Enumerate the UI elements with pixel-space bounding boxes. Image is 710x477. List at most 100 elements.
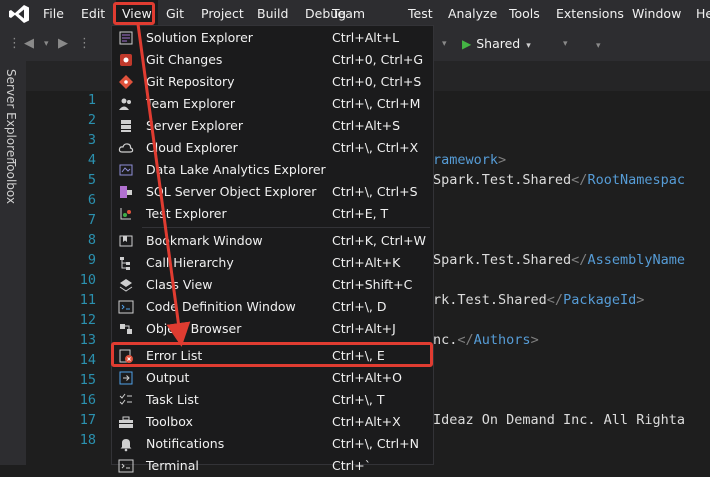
visual-studio-logo-icon[interactable] xyxy=(8,4,30,24)
tab-toolbox[interactable]: Toolbox xyxy=(4,159,18,204)
menu-project[interactable]: Project xyxy=(195,0,250,28)
side-tool-strip: Server Explorer Toolbox xyxy=(0,61,26,465)
view-menu-item-label: Test Explorer xyxy=(146,206,227,221)
view-menu-item-label: Output xyxy=(146,370,190,385)
error-list-highlight xyxy=(111,342,433,367)
line-number: 10 xyxy=(79,272,96,288)
view-menu-item-shortcut: Ctrl+K, Ctrl+W xyxy=(332,233,426,248)
view-menu-item-shortcut: Ctrl+Alt+K xyxy=(332,255,401,270)
menu-file[interactable]: File xyxy=(37,0,70,28)
line-number: 5 xyxy=(87,172,96,188)
code-text: Ideaz On Demand Inc. All Righta xyxy=(433,412,685,428)
view-menu-item-object-browser[interactable]: Object Browser Ctrl+Alt+J xyxy=(112,318,433,340)
view-menu-item-shortcut: Ctrl+\, Ctrl+N xyxy=(332,436,419,451)
task-list-icon xyxy=(119,393,132,405)
code-tag: AssemblyName xyxy=(587,252,685,268)
menu-tools[interactable]: Tools xyxy=(503,0,546,28)
code-definition-icon xyxy=(118,300,134,314)
view-menu-item-shortcut: Ctrl+Alt+L xyxy=(332,30,400,45)
find-dropdown-icon[interactable]: ▾ xyxy=(563,39,568,49)
output-icon xyxy=(119,371,133,385)
view-menu-item-task-list[interactable]: Task List Ctrl+\, T xyxy=(112,389,433,411)
view-menu-item-shortcut: Ctrl+Alt+X xyxy=(332,414,401,429)
server-explorer-icon xyxy=(121,120,131,132)
bookmark-icon xyxy=(119,235,133,247)
forward-icon[interactable]: ▶ xyxy=(58,36,68,51)
chevron-down-icon: ▾ xyxy=(526,41,531,51)
toolbox-icon xyxy=(119,416,133,428)
toolbar-overflow-icon[interactable]: ▾ xyxy=(596,41,601,51)
view-menu-item-shortcut: Ctrl+\, Ctrl+S xyxy=(332,184,418,199)
view-menu-highlight xyxy=(113,2,155,25)
menu-extensions[interactable]: Extensions xyxy=(550,0,630,28)
code-line-17: Ideaz On Demand Inc. All Righta xyxy=(433,412,685,428)
view-menu-item-bookmark-window[interactable]: Bookmark Window Ctrl+K, Ctrl+W xyxy=(112,230,433,252)
line-number: 4 xyxy=(87,152,96,168)
menu-bar: File Edit View Git Project Build Debug T… xyxy=(0,0,710,28)
view-menu-item-label: Solution Explorer xyxy=(146,30,253,45)
menu-help[interactable]: He xyxy=(690,0,710,28)
view-menu-item-git-changes[interactable]: Git Changes Ctrl+0, Ctrl+G xyxy=(112,49,433,71)
view-menu-item-label: Data Lake Analytics Explorer xyxy=(146,162,326,177)
view-menu-item-code-definition-window[interactable]: Code Definition Window Ctrl+\, D xyxy=(112,296,433,318)
view-menu-item-terminal[interactable]: Terminal Ctrl+` xyxy=(112,455,433,477)
view-menu-item-shortcut: Ctrl+Alt+O xyxy=(332,370,402,385)
view-menu-item-shortcut: Ctrl+\, D xyxy=(332,299,387,314)
view-menu-item-label: Git Repository xyxy=(146,74,235,89)
line-number: 7 xyxy=(87,212,96,228)
view-menu-item-label: Server Explorer xyxy=(146,118,244,133)
code-tag: Authors xyxy=(473,332,531,348)
back-dropdown-icon[interactable]: ▾ xyxy=(44,39,49,49)
line-number: 16 xyxy=(79,392,96,408)
play-icon: ▶ xyxy=(462,37,472,51)
terminal-icon xyxy=(118,459,134,473)
view-menu-item-class-view[interactable]: Class View Ctrl+Shift+C xyxy=(112,274,433,296)
back-icon[interactable]: ◀ xyxy=(24,36,34,51)
cloud-icon xyxy=(118,143,134,153)
view-menu-item-shortcut: Ctrl+\, Ctrl+M xyxy=(332,96,421,111)
view-menu-item-label: Team Explorer xyxy=(146,96,236,111)
menu-edit[interactable]: Edit xyxy=(75,0,111,28)
config-dropdown-icon[interactable]: ▾ xyxy=(442,39,447,49)
menu-team[interactable]: Team xyxy=(326,0,371,28)
test-explorer-icon xyxy=(120,208,131,220)
view-menu-item-sql-server-object-explorer[interactable]: SQL Server Object Explorer Ctrl+\, Ctrl+S xyxy=(112,181,433,203)
view-menu-item-label: Code Definition Window xyxy=(146,299,296,314)
view-menu-item-shortcut: Ctrl+0, Ctrl+S xyxy=(332,74,422,89)
view-menu-item-label: Call Hierarchy xyxy=(146,255,234,270)
line-number: 11 xyxy=(79,292,96,308)
view-menu-item-team-explorer[interactable]: Team Explorer Ctrl+\, Ctrl+M xyxy=(112,93,433,115)
line-number: 8 xyxy=(87,232,96,248)
menu-build[interactable]: Build xyxy=(251,0,294,28)
menu-window[interactable]: Window xyxy=(626,0,687,28)
view-menu-item-label: SQL Server Object Explorer xyxy=(146,184,317,199)
menu-git[interactable]: Git xyxy=(160,0,190,28)
view-menu-item-shortcut: Ctrl+\, Ctrl+X xyxy=(332,140,419,155)
code-text: rk.Test.Shared xyxy=(433,292,547,308)
view-menu-item-cloud-explorer[interactable]: Cloud Explorer Ctrl+\, Ctrl+X xyxy=(112,137,433,159)
line-number: 6 xyxy=(87,192,96,208)
view-menu-item-shortcut: Ctrl+Alt+S xyxy=(332,118,401,133)
view-menu-item-server-explorer[interactable]: Server Explorer Ctrl+Alt+S xyxy=(112,115,433,137)
code-tag: PackageId xyxy=(563,292,637,308)
line-number: 17 xyxy=(79,412,96,428)
view-menu-item-call-hierarchy[interactable]: Call Hierarchy Ctrl+Alt+K xyxy=(112,252,433,274)
line-number: 12 xyxy=(79,312,96,328)
menu-analyze[interactable]: Analyze xyxy=(442,0,503,28)
view-menu-item-toolbox[interactable]: Toolbox Ctrl+Alt+X xyxy=(112,411,433,433)
code-text: Spark.Test.Shared xyxy=(433,252,572,268)
line-number: 1 xyxy=(87,92,96,108)
view-menu-item-shortcut: Ctrl+Shift+C xyxy=(332,277,413,292)
menu-test[interactable]: Test xyxy=(402,0,439,28)
tab-server-explorer[interactable]: Server Explorer xyxy=(4,69,18,162)
view-menu-item-data-lake-analytics-explorer[interactable]: Data Lake Analytics Explorer xyxy=(112,159,433,181)
view-menu-item-solution-explorer[interactable]: Solution Explorer Ctrl+Alt+L xyxy=(112,27,433,49)
view-menu-item-label: Toolbox xyxy=(146,414,193,429)
view-menu-item-notifications[interactable]: Notifications Ctrl+\, Ctrl+N xyxy=(112,433,433,455)
start-shared-button[interactable]: ▶ Shared ▾ xyxy=(462,36,531,54)
view-menu-item-output[interactable]: Output Ctrl+Alt+O xyxy=(112,367,433,389)
view-menu-item-test-explorer[interactable]: Test Explorer Ctrl+E, T xyxy=(112,203,433,225)
view-menu-item-git-repository[interactable]: Git Repository Ctrl+0, Ctrl+S xyxy=(112,71,433,93)
sql-server-icon xyxy=(120,186,132,198)
line-number: 9 xyxy=(87,252,96,268)
